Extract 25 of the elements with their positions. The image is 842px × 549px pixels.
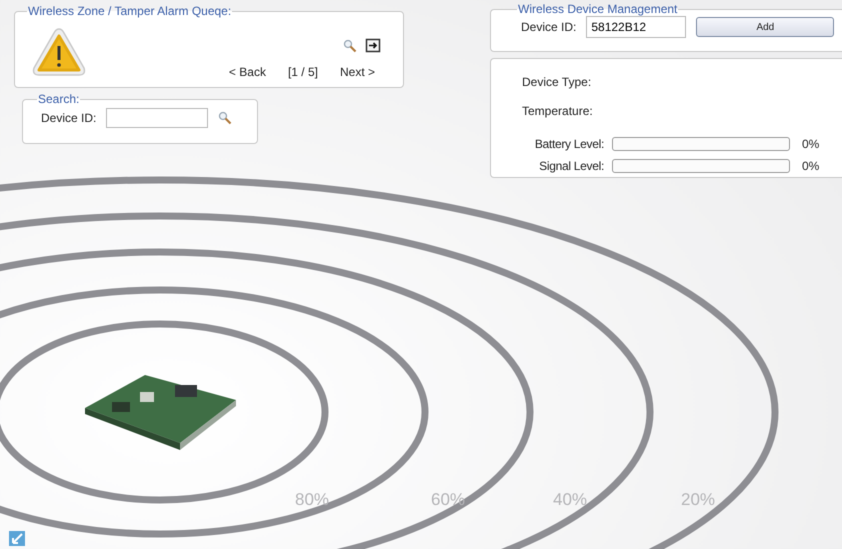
next-link[interactable]: Next > <box>340 65 375 79</box>
range-label: 60% <box>430 490 466 509</box>
field-label: Device ID: <box>41 111 96 125</box>
device-id-field[interactable]: 58122B12 <box>586 16 686 38</box>
range-label: 20% <box>680 490 716 509</box>
range-label: 40% <box>552 490 588 509</box>
field-label: Device Type: <box>522 75 592 89</box>
meter-label: Battery Level: <box>534 137 605 151</box>
export-icon[interactable] <box>365 38 381 53</box>
meter-reading: 0% <box>802 159 820 173</box>
page-indicator: [1 / 5] <box>288 65 318 79</box>
add-button[interactable]: Add <box>696 17 834 37</box>
panel-title: Search: <box>37 92 80 106</box>
search-icon[interactable] <box>343 38 357 52</box>
panel-title: Wireless Device Management <box>517 2 678 16</box>
panel-title: Wireless Zone / Tamper Alarm Queqe: <box>27 4 232 18</box>
range-label: 80% <box>294 490 330 509</box>
meter-label: Signal Level: <box>538 159 605 173</box>
field-label: Temperature: <box>522 104 593 118</box>
warning-icon <box>31 26 87 78</box>
search-icon[interactable] <box>218 111 232 125</box>
device-id-field[interactable] <box>106 108 208 128</box>
meter-reading: 0% <box>802 137 820 151</box>
field-label: Device ID: <box>521 20 576 34</box>
back-link[interactable]: < Back <box>228 65 266 79</box>
